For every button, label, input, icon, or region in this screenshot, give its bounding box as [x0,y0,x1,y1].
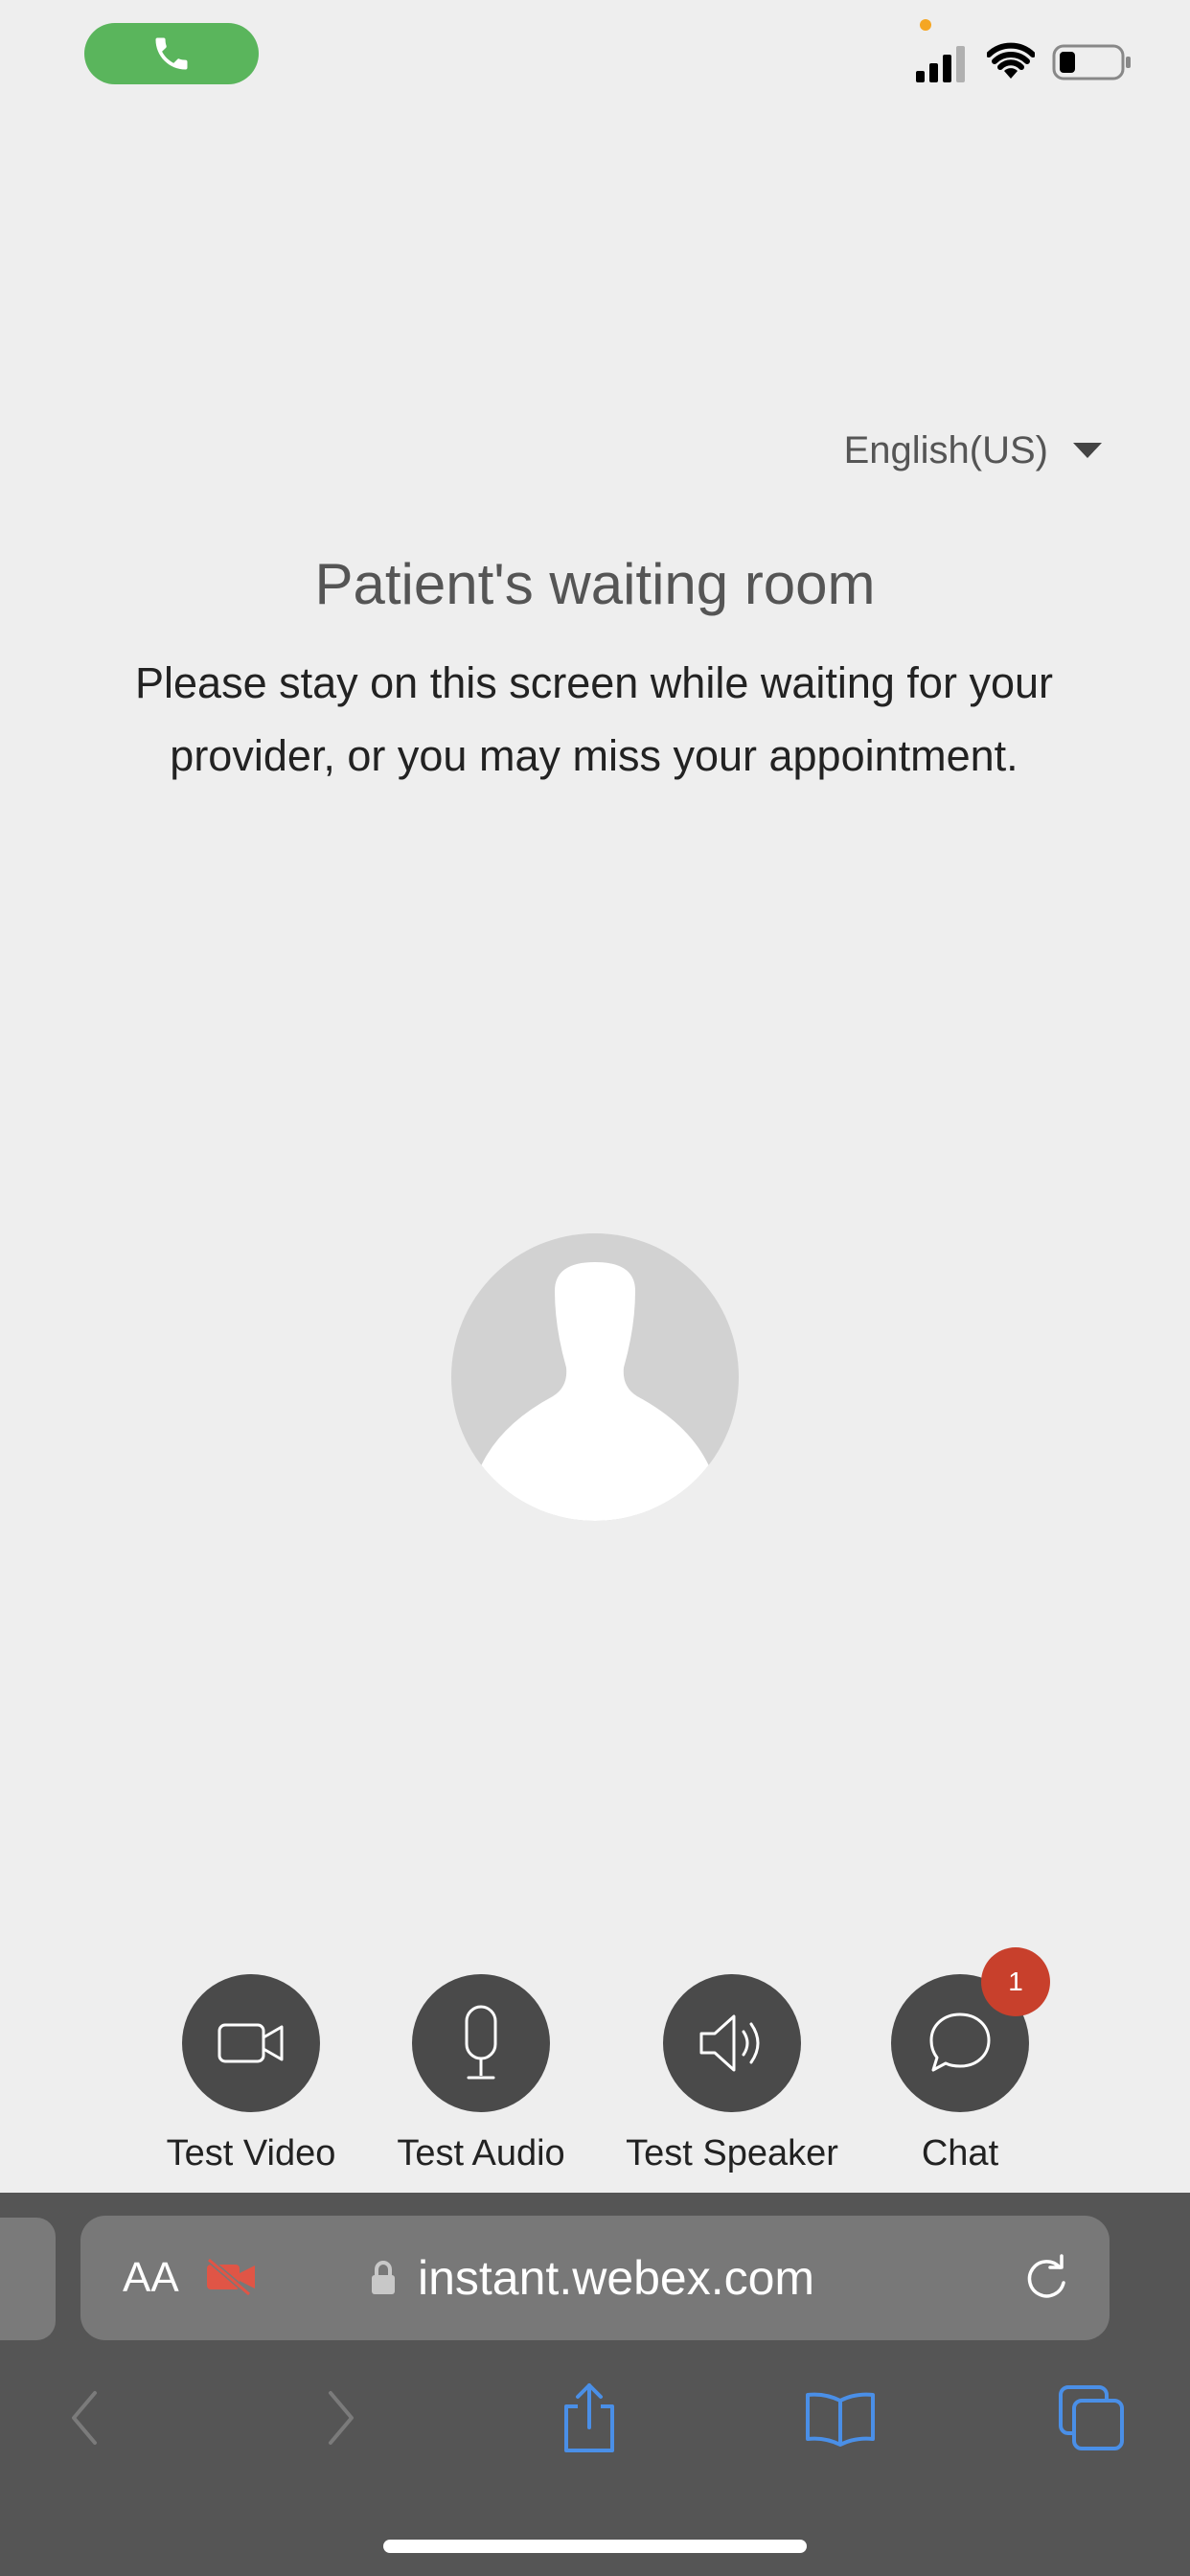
test-audio-control: Test Audio [356,1974,606,2174]
url-text: instant.webex.com [418,2251,815,2305]
forward-icon[interactable] [297,2375,383,2461]
status-bar [0,0,1190,115]
chat-bubble-icon [929,2012,991,2072]
cellular-signal-icon [916,46,965,82]
microphone-icon [465,2005,497,2080]
page-title: Patient's waiting room [314,552,876,616]
chat-control: 1 Chat [835,1947,1085,2174]
video-camera-icon [217,2023,284,2063]
battery-icon [1052,44,1131,80]
chat-button[interactable]: 1 [891,1947,1050,2112]
lock-icon [370,2260,397,2301]
test-speaker-button[interactable] [663,1974,801,2112]
bookmarks-icon[interactable] [797,2375,883,2461]
device-test-controls: Test Video Test Audio Test Speaker 1 Cha… [0,1947,1190,2185]
test-video-control: Test Video [126,1974,376,2174]
chevron-down-icon [1073,443,1102,458]
chat-unread-badge: 1 [981,1947,1050,2016]
address-bar[interactable]: AA instant.webex.com [80,2216,1110,2340]
person-placeholder-icon [480,1262,710,1521]
previous-tab-preview[interactable] [0,2218,56,2340]
language-selected: English(US) [843,428,1048,472]
video-off-icon[interactable] [205,2257,257,2301]
text-size-label: AA [123,2254,179,2301]
reload-icon[interactable] [1021,2254,1071,2309]
wifi-icon [987,42,1035,79]
test-speaker-control: Test Speaker [607,1974,857,2174]
waiting-message: Please stay on this screen while waiting… [135,658,1053,780]
home-indicator[interactable] [383,2540,807,2553]
privacy-indicator-dot [920,19,931,31]
tabs-icon[interactable] [1048,2375,1134,2461]
language-selector[interactable]: English(US) [0,422,1102,479]
test-video-label: Test Video [166,2133,336,2174]
test-video-button[interactable] [182,1974,320,2112]
chat-label: Chat [921,2133,999,2174]
browser-chrome: AA instant.webex.com [0,2193,1190,2576]
speaker-icon [699,2014,760,2072]
test-audio-label: Test Audio [397,2133,565,2174]
phone-icon [155,37,188,70]
test-audio-button[interactable] [412,1974,550,2112]
system-icons [910,42,1140,84]
share-icon[interactable] [546,2375,632,2461]
text-size-button[interactable]: AA [123,2254,179,2302]
test-speaker-label: Test Speaker [626,2133,838,2174]
browser-toolbar [0,2375,1190,2480]
active-call-pill[interactable] [84,23,259,84]
back-icon[interactable] [42,2375,128,2461]
avatar [451,1233,739,1521]
